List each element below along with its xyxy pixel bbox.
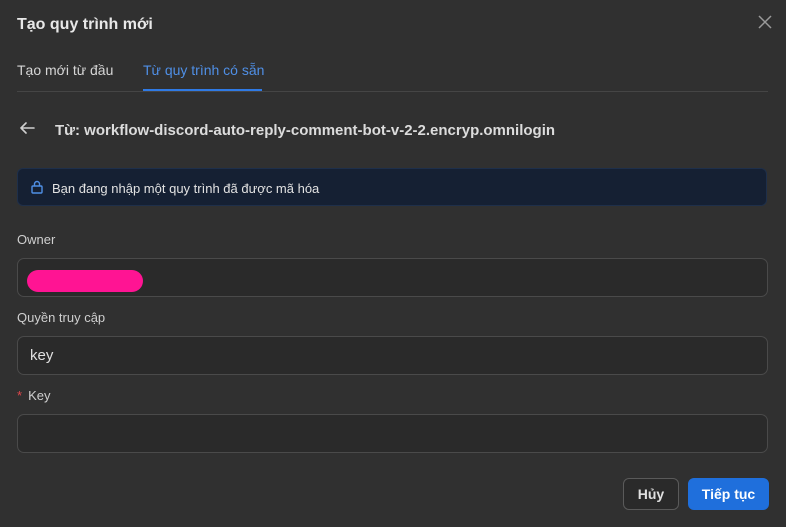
source-file-title: Từ: workflow-discord-auto-reply-comment-…: [55, 122, 556, 139]
owner-field[interactable]: [17, 258, 768, 297]
encrypted-notice: Bạn đang nhập một quy trình đã được mã h…: [17, 168, 767, 206]
notice-message: Bạn đang nhập một quy trình đã được mã h…: [52, 181, 320, 196]
required-marker: *: [17, 388, 23, 403]
key-label: * Key: [17, 388, 50, 403]
access-field[interactable]: [17, 336, 768, 375]
lock-icon: [31, 180, 43, 194]
continue-button[interactable]: Tiếp tục: [688, 478, 769, 510]
create-workflow-dialog: Tạo quy trình mới Tạo mới từ đầu Từ quy …: [0, 0, 786, 527]
tab-from-existing[interactable]: Từ quy trình có sẵn: [143, 62, 264, 78]
owner-label: Owner: [17, 232, 56, 247]
close-icon[interactable]: [756, 13, 774, 31]
cancel-button[interactable]: Hủy: [623, 478, 679, 510]
key-input[interactable]: [18, 415, 767, 452]
tab-create-new[interactable]: Tạo mới từ đầu: [17, 62, 113, 78]
back-arrow-icon[interactable]: [18, 120, 36, 136]
access-input[interactable]: [18, 337, 767, 374]
dialog-title: Tạo quy trình mới: [17, 16, 153, 33]
key-label-text: Key: [28, 388, 51, 403]
access-label: Quyền truy cập: [17, 310, 106, 325]
redacted-owner-value: [27, 270, 143, 292]
tabs-divider: [17, 91, 768, 92]
key-field[interactable]: [17, 414, 768, 453]
tabs: Tạo mới từ đầu Từ quy trình có sẵn: [0, 56, 786, 92]
